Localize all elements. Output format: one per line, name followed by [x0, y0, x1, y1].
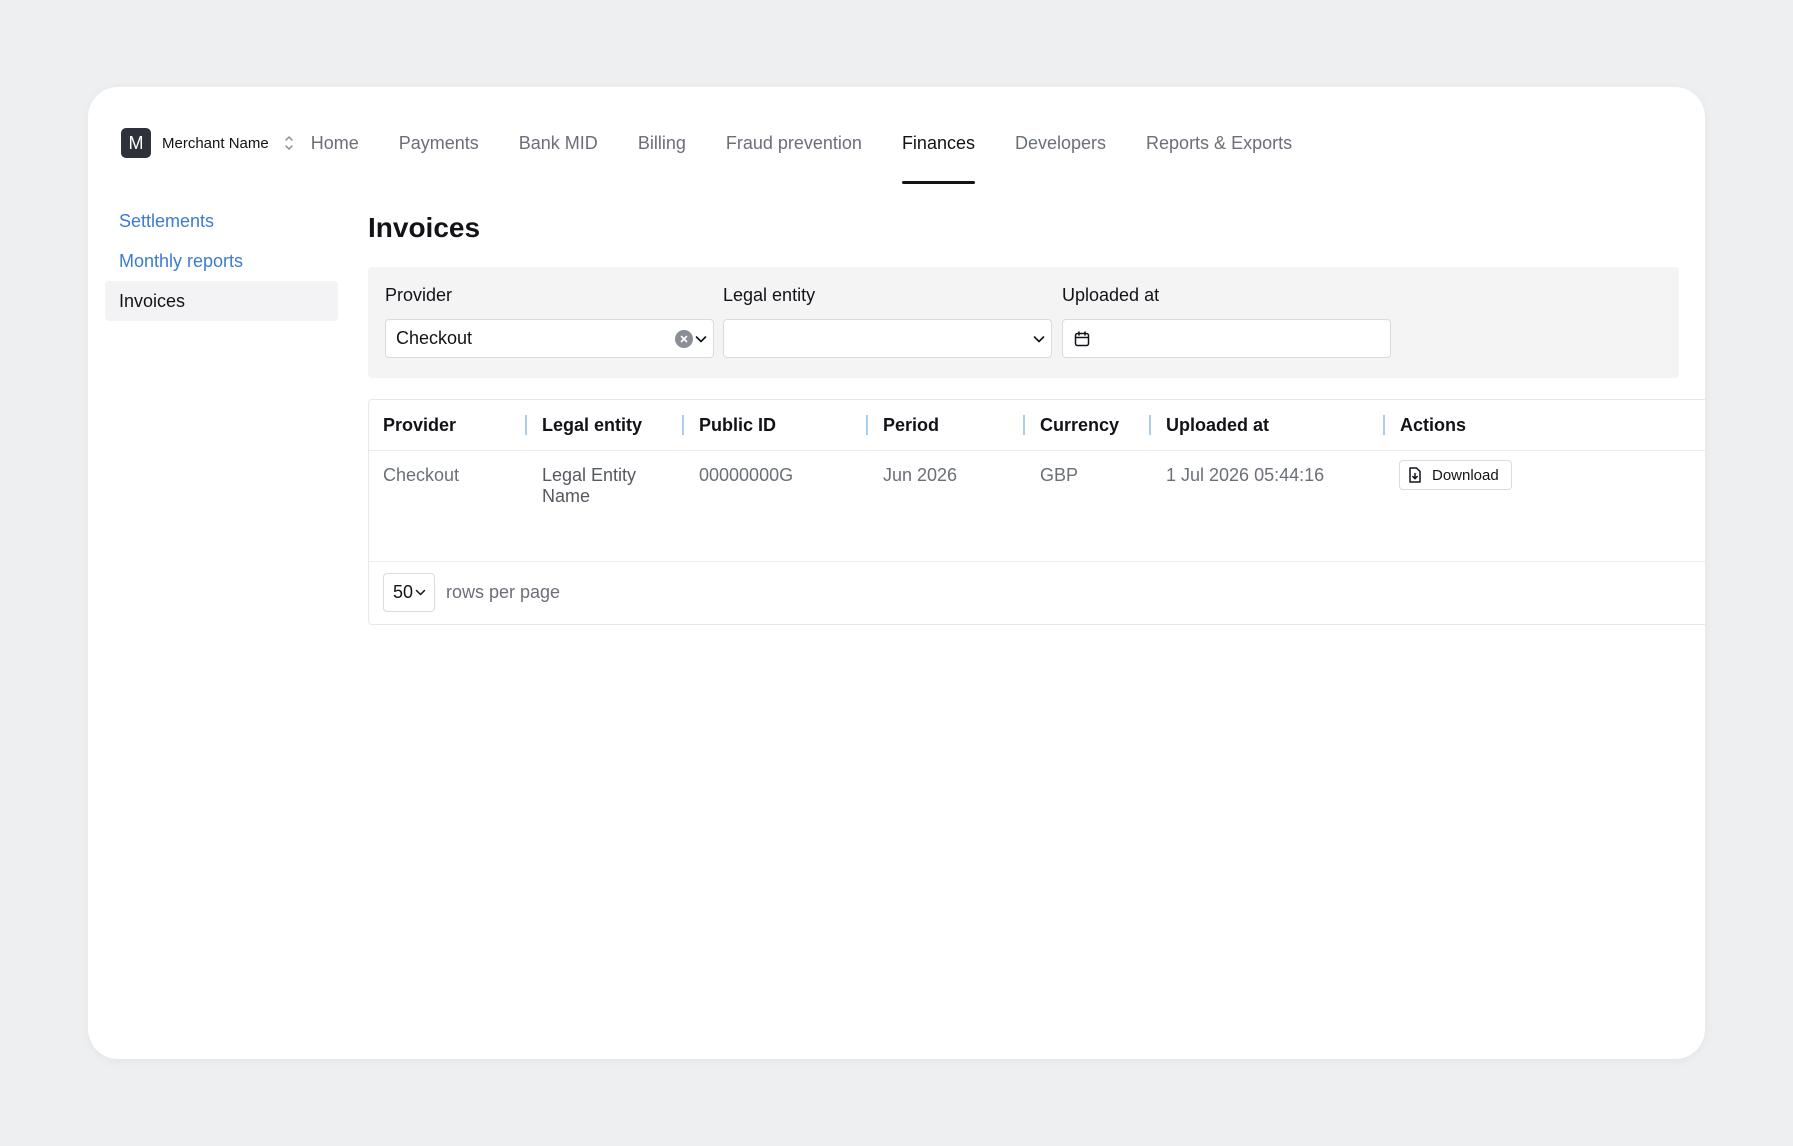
sidebar: Settlements Monthly reports Invoices — [105, 201, 338, 321]
column-header-provider[interactable]: Provider — [383, 400, 456, 450]
chevron-down-icon[interactable] — [693, 331, 709, 347]
nav-item-developers[interactable]: Developers — [1015, 128, 1106, 158]
cell-public-id: 00000000G — [699, 465, 794, 485]
uploaded-at-filter-label: Uploaded at — [1062, 285, 1160, 305]
column-header-uploaded-at[interactable]: Uploaded at — [1166, 400, 1269, 450]
cell-currency: GBP — [1040, 465, 1079, 485]
cell-provider: Checkout — [383, 465, 460, 485]
column-resize-handle[interactable] — [1383, 415, 1385, 435]
page-title: Invoices — [368, 212, 481, 243]
column-header-currency[interactable]: Currency — [1040, 400, 1119, 450]
legal-entity-filter: Legal entity — [723, 284, 1052, 358]
column-resize-handle[interactable] — [682, 415, 684, 435]
uploaded-at-date-input[interactable] — [1062, 319, 1391, 358]
uploaded-at-filter: Uploaded at — [1062, 284, 1391, 358]
nav-item-finances[interactable]: Finances — [901, 128, 976, 184]
main-content: Invoices Provider Checkout Legal entity … — [368, 208, 1705, 625]
provider-filter-label: Provider — [385, 285, 453, 305]
cell-uploaded-at: 1 Jul 2026 05:44:16 — [1166, 465, 1325, 485]
chevron-down-icon — [414, 586, 427, 599]
clear-icon[interactable] — [675, 330, 693, 348]
merchant-switcher[interactable]: M Merchant Name — [121, 128, 295, 158]
nav-item-fraud-prevention[interactable]: Fraud prevention — [726, 128, 862, 158]
cell-period: Jun 2026 — [883, 465, 958, 485]
chevron-up-down-icon[interactable] — [283, 133, 295, 153]
calendar-icon[interactable] — [1073, 330, 1091, 348]
download-button[interactable]: Download — [1399, 460, 1512, 490]
app-window: M Merchant Name Home Payments Bank MID B… — [88, 87, 1705, 1059]
provider-filter: Provider Checkout — [385, 284, 714, 358]
column-resize-handle[interactable] — [866, 415, 868, 435]
sidebar-item-invoices[interactable]: Invoices — [105, 281, 338, 321]
column-header-period[interactable]: Period — [883, 400, 939, 450]
sidebar-item-monthly-reports[interactable]: Monthly reports — [105, 241, 338, 281]
download-button-label: Download — [1432, 466, 1499, 484]
provider-select-value: Checkout — [396, 328, 473, 348]
document-download-icon — [1406, 466, 1424, 484]
legal-entity-filter-label: Legal entity — [723, 285, 816, 305]
nav-item-reports-exports[interactable]: Reports & Exports — [1146, 128, 1292, 158]
merchant-name: Merchant Name — [162, 134, 269, 152]
column-resize-handle[interactable] — [1023, 415, 1025, 435]
table-header: Provider Legal entity Public ID Period C… — [369, 400, 1705, 451]
rows-per-page-select[interactable]: 50 — [383, 573, 435, 612]
chevron-down-icon[interactable] — [1031, 331, 1047, 347]
nav-item-billing[interactable]: Billing — [638, 128, 686, 158]
nav-item-payments[interactable]: Payments — [399, 128, 479, 158]
column-header-legal-entity[interactable]: Legal entity — [542, 400, 642, 450]
rows-per-page-label: rows per page — [446, 582, 561, 602]
merchant-avatar: M — [121, 128, 151, 158]
rows-per-page-value: 50 — [393, 582, 414, 602]
column-header-actions: Actions — [1400, 415, 1467, 435]
sidebar-item-settlements[interactable]: Settlements — [105, 201, 338, 241]
table-pagination: 50 rows per page — [369, 561, 1705, 625]
filter-panel: Provider Checkout Legal entity Uploaded … — [368, 267, 1679, 378]
column-header-public-id[interactable]: Public ID — [699, 400, 776, 450]
nav-tabs: Home Payments Bank MID Billing Fraud pre… — [311, 128, 1332, 184]
legal-entity-select[interactable] — [723, 319, 1052, 358]
column-resize-handle[interactable] — [1149, 415, 1151, 435]
top-navigation: M Merchant Name Home Payments Bank MID B… — [121, 128, 1332, 188]
column-resize-handle[interactable] — [525, 415, 527, 435]
invoices-table: Provider Legal entity Public ID Period C… — [368, 399, 1705, 625]
nav-item-bank-mid[interactable]: Bank MID — [519, 128, 598, 158]
cell-legal-entity: Legal Entity Name — [542, 465, 637, 506]
provider-select[interactable]: Checkout — [385, 319, 714, 358]
nav-item-home[interactable]: Home — [311, 128, 359, 158]
